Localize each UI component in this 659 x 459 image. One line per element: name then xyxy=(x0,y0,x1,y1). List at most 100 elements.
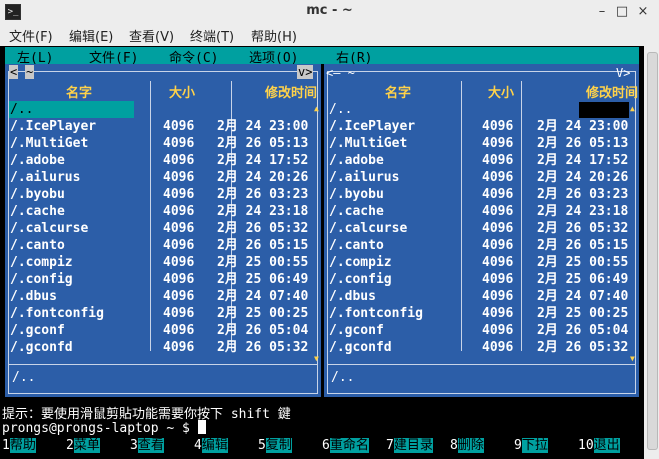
file-name[interactable]: /.calcurse xyxy=(10,220,88,237)
left-scroll-up-icon[interactable]: ▲ xyxy=(314,104,319,113)
terminal-scrollbar[interactable] xyxy=(644,46,659,459)
menu-view[interactable]: 查看(V) xyxy=(129,26,174,45)
file-mtime[interactable]: 2月 26 05:32 xyxy=(217,339,308,356)
file-name[interactable]: /.gconf xyxy=(329,322,384,339)
file-mtime[interactable]: 2月 26 03:23 xyxy=(217,186,308,203)
terminal-area[interactable]: 左(L) 文件(F) 命令(C) 选项(O) 右(R) < ~ v> 名字 大小… xyxy=(0,46,659,459)
left-scroll-down-icon[interactable]: ▼ xyxy=(314,354,319,363)
file-size[interactable]: 4096 xyxy=(163,322,194,339)
file-name[interactable]: /.gconfd xyxy=(10,339,73,356)
file-mtime[interactable]: 2月 26 03:23 xyxy=(537,186,628,203)
right-scroll-up-icon[interactable]: ▲ xyxy=(630,104,635,113)
file-name[interactable]: /.MultiGet xyxy=(329,135,407,152)
right-updir[interactable]: /.. xyxy=(329,101,352,118)
fkey-3[interactable]: 3查看 xyxy=(130,437,164,455)
file-size[interactable]: 4096 xyxy=(482,339,513,356)
file-name[interactable]: /.byobu xyxy=(10,186,65,203)
file-name[interactable]: /.MultiGet xyxy=(10,135,88,152)
file-mtime[interactable]: 2月 24 23:00 xyxy=(537,118,628,135)
file-name[interactable]: /.gconfd xyxy=(329,339,392,356)
left-header-mtime[interactable]: 修改时间 xyxy=(265,82,317,101)
file-name[interactable]: /.byobu xyxy=(329,186,384,203)
fkey-5[interactable]: 5复制 xyxy=(258,437,292,455)
file-size[interactable]: 4096 xyxy=(482,118,513,135)
right-panel[interactable]: <— ~ V> 名字 大小 修改时间 ▲ /.. /.IcePlayer 4096… xyxy=(324,64,639,397)
file-size[interactable]: 4096 xyxy=(163,135,194,152)
file-name[interactable]: /.ailurus xyxy=(10,169,80,186)
file-mtime[interactable]: 2月 25 06:49 xyxy=(537,271,628,288)
file-name[interactable]: /.canto xyxy=(329,237,384,254)
file-size[interactable]: 4096 xyxy=(482,305,513,322)
file-mtime[interactable]: 2月 24 20:26 xyxy=(537,169,628,186)
file-size[interactable]: 4096 xyxy=(163,152,194,169)
file-mtime[interactable]: 2月 24 23:00 xyxy=(217,118,308,135)
file-size[interactable]: 4096 xyxy=(482,186,513,203)
file-name[interactable]: /.adobe xyxy=(10,152,65,169)
file-name[interactable]: /.cache xyxy=(329,203,384,220)
file-mtime[interactable]: 2月 24 17:52 xyxy=(217,152,308,169)
file-name[interactable]: /.config xyxy=(10,271,73,288)
file-name[interactable]: /.compiz xyxy=(10,254,73,271)
minimize-button[interactable]: – xyxy=(592,2,612,22)
file-size[interactable]: 4096 xyxy=(163,220,194,237)
file-size[interactable]: 4096 xyxy=(163,118,194,135)
file-size[interactable]: 4096 xyxy=(482,288,513,305)
fkey-8[interactable]: 8删除 xyxy=(450,437,484,455)
fkey-10[interactable]: 10退出 xyxy=(578,437,620,455)
fkey-7[interactable]: 7建目录 xyxy=(386,437,433,455)
file-mtime[interactable]: 2月 26 05:15 xyxy=(537,237,628,254)
file-name[interactable]: /.dbus xyxy=(329,288,376,305)
left-header-name[interactable]: 名字 xyxy=(66,82,92,101)
file-size[interactable]: 4096 xyxy=(163,288,194,305)
scrollbar-thumb[interactable] xyxy=(647,52,658,450)
file-size[interactable]: 4096 xyxy=(482,169,513,186)
file-name[interactable]: /.canto xyxy=(10,237,65,254)
right-header-size[interactable]: 大小 xyxy=(488,82,514,101)
file-name[interactable]: /.adobe xyxy=(329,152,384,169)
file-mtime[interactable]: 2月 24 07:40 xyxy=(217,288,308,305)
file-mtime[interactable]: 2月 26 05:13 xyxy=(217,135,308,152)
file-name[interactable]: /.ailurus xyxy=(329,169,399,186)
file-name[interactable]: /.compiz xyxy=(329,254,392,271)
file-mtime[interactable]: 2月 25 00:55 xyxy=(217,254,308,271)
left-path-label[interactable]: ~ xyxy=(25,65,35,79)
file-name[interactable]: /.gconf xyxy=(10,322,65,339)
file-mtime[interactable]: 2月 24 23:18 xyxy=(217,203,308,220)
right-path-label[interactable]: <— ~ xyxy=(326,66,355,80)
fkey-1[interactable]: 1帮助 xyxy=(2,437,36,455)
right-corner-right[interactable]: V> xyxy=(616,66,630,80)
left-corner-left[interactable]: < xyxy=(9,65,19,79)
file-size[interactable]: 4096 xyxy=(482,203,513,220)
close-button[interactable]: × xyxy=(633,2,653,22)
file-mtime[interactable]: 2月 26 05:13 xyxy=(537,135,628,152)
file-name[interactable]: /.fontconfig xyxy=(329,305,423,322)
file-size[interactable]: 4096 xyxy=(482,237,513,254)
file-name[interactable]: /.fontconfig xyxy=(10,305,104,322)
file-mtime[interactable]: 2月 25 00:25 xyxy=(537,305,628,322)
file-size[interactable]: 4096 xyxy=(482,152,513,169)
menu-file[interactable]: 文件(F) xyxy=(9,26,53,45)
file-size[interactable]: 4096 xyxy=(163,305,194,322)
fkey-6[interactable]: 6重命名 xyxy=(322,437,369,455)
file-size[interactable]: 4096 xyxy=(163,339,194,356)
file-mtime[interactable]: 2月 26 05:32 xyxy=(217,220,308,237)
file-mtime[interactable]: 2月 25 00:25 xyxy=(217,305,308,322)
file-mtime[interactable]: 2月 24 20:26 xyxy=(217,169,308,186)
file-mtime[interactable]: 2月 26 05:15 xyxy=(217,237,308,254)
file-mtime[interactable]: 2月 26 05:32 xyxy=(537,220,628,237)
file-size[interactable]: 4096 xyxy=(482,254,513,271)
file-mtime[interactable]: 2月 25 06:49 xyxy=(217,271,308,288)
file-size[interactable]: 4096 xyxy=(163,237,194,254)
file-size[interactable]: 4096 xyxy=(163,169,194,186)
menu-terminal[interactable]: 终端(T) xyxy=(190,26,234,45)
file-mtime[interactable]: 2月 26 05:04 xyxy=(217,322,308,339)
file-mtime[interactable]: 2月 25 00:55 xyxy=(537,254,628,271)
file-name[interactable]: /.calcurse xyxy=(329,220,407,237)
file-name[interactable]: /.dbus xyxy=(10,288,57,305)
file-name[interactable]: /.config xyxy=(329,271,392,288)
file-name[interactable]: /.IcePlayer xyxy=(329,118,415,135)
right-scroll-down-icon[interactable]: ▼ xyxy=(630,354,635,363)
menu-help[interactable]: 帮助(H) xyxy=(251,26,297,45)
left-panel[interactable]: < ~ v> 名字 大小 修改时间 ▲ /.. /.IcePlayer 4096 2… xyxy=(5,64,321,397)
file-size[interactable]: 4096 xyxy=(163,186,194,203)
